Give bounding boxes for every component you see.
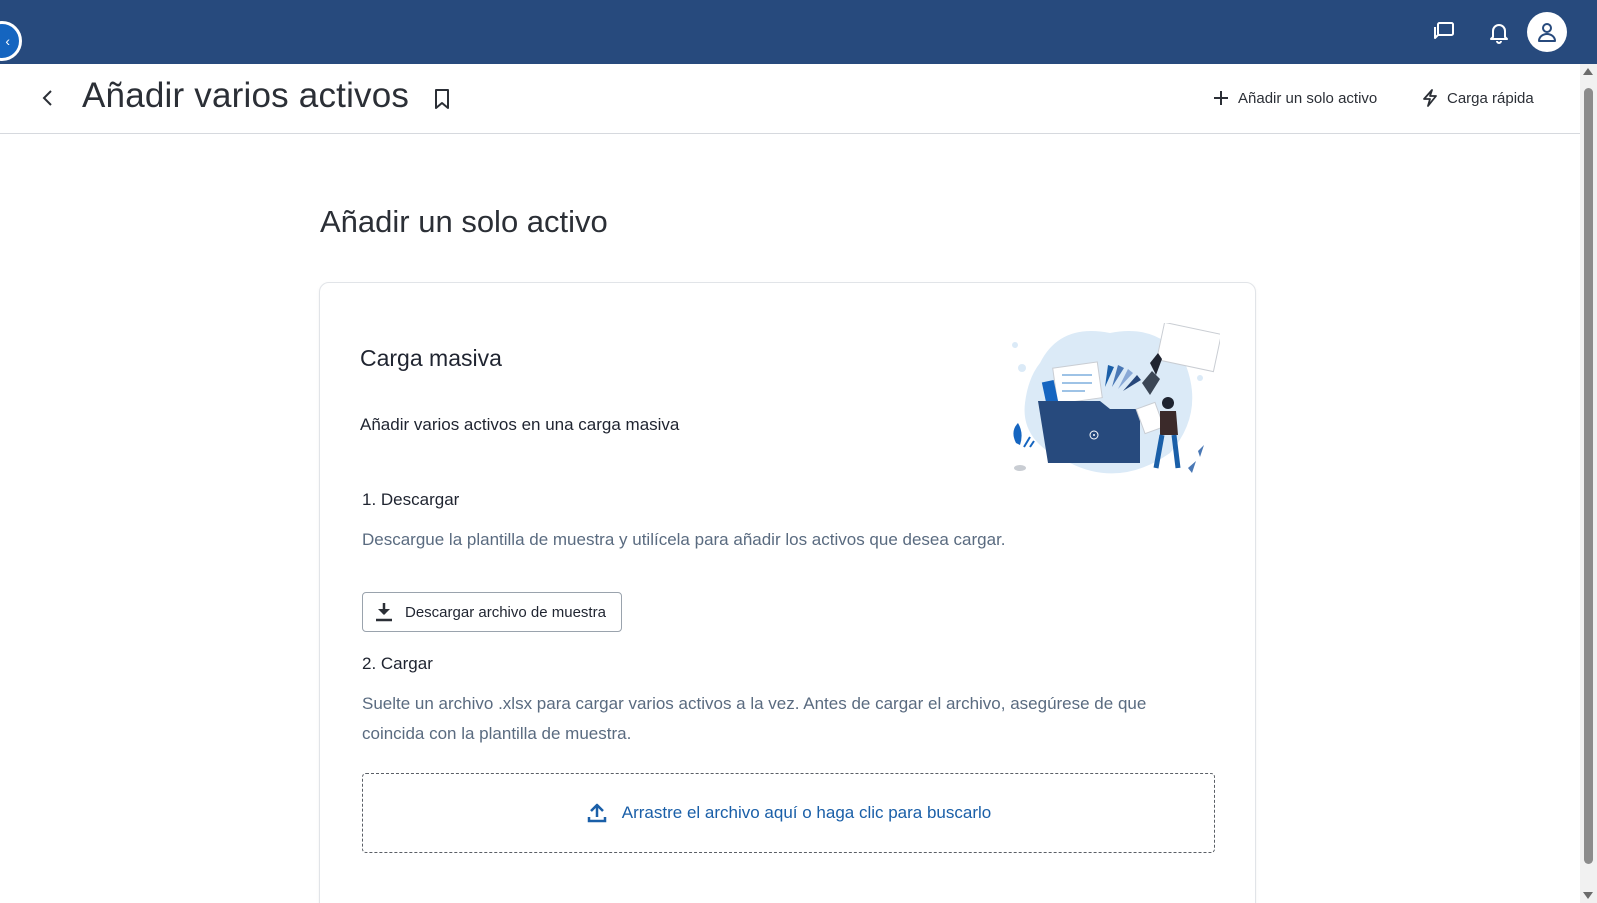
step-1-description: Descargue la plantilla de muestra y util…	[362, 530, 1006, 549]
download-sample-label: Descargar archivo de muestra	[405, 603, 606, 621]
user-avatar-button[interactable]	[1527, 12, 1567, 52]
bulk-upload-card: Carga masiva Añadir varios activos en un…	[319, 282, 1256, 903]
vertical-scrollbar[interactable]	[1580, 64, 1597, 903]
step-2-title: 2. Cargar	[362, 654, 433, 673]
top-app-bar: ‹	[0, 0, 1597, 64]
lightning-icon	[1423, 89, 1437, 107]
quick-upload-button[interactable]: Carga rápida	[1421, 86, 1534, 110]
scroll-up-arrow[interactable]	[1583, 68, 1593, 75]
card-subtitle: Añadir varios activos en una carga masiv…	[360, 415, 680, 434]
add-single-asset-label: Añadir un solo activo	[1238, 89, 1378, 107]
dropzone-label: Arrastre el archivo aquí o haga clic par…	[621, 803, 992, 822]
scroll-thumb[interactable]	[1584, 88, 1593, 864]
section-title: Añadir un solo activo	[320, 204, 608, 239]
bell-icon[interactable]	[1485, 18, 1513, 46]
step-2-description: Suelte un archivo .xlsx para cargar vari…	[362, 694, 1147, 743]
collapse-sidebar-button[interactable]: ‹	[0, 21, 22, 61]
page-header: Añadir varios activos Añadir un solo act…	[0, 64, 1580, 134]
download-icon	[376, 603, 392, 622]
add-single-asset-button[interactable]: Añadir un solo activo	[1212, 86, 1377, 110]
user-icon	[1538, 23, 1556, 42]
page-title: Añadir varios activos	[82, 76, 410, 115]
bookmark-icon[interactable]	[432, 88, 452, 110]
card-title: Carga masiva	[360, 345, 502, 371]
upload-icon	[587, 803, 607, 823]
scroll-down-arrow[interactable]	[1583, 892, 1593, 899]
step-1-title: 1. Descargar	[362, 490, 460, 509]
back-arrow-icon[interactable]	[36, 86, 60, 110]
chat-icon[interactable]	[1430, 18, 1458, 46]
quick-upload-label: Carga rápida	[1447, 89, 1534, 107]
plus-icon	[1214, 91, 1228, 105]
file-dropzone[interactable]: Arrastre el archivo aquí o haga clic par…	[362, 773, 1215, 853]
download-sample-button[interactable]: Descargar archivo de muestra	[362, 592, 622, 632]
folder-illustration	[1012, 323, 1220, 474]
